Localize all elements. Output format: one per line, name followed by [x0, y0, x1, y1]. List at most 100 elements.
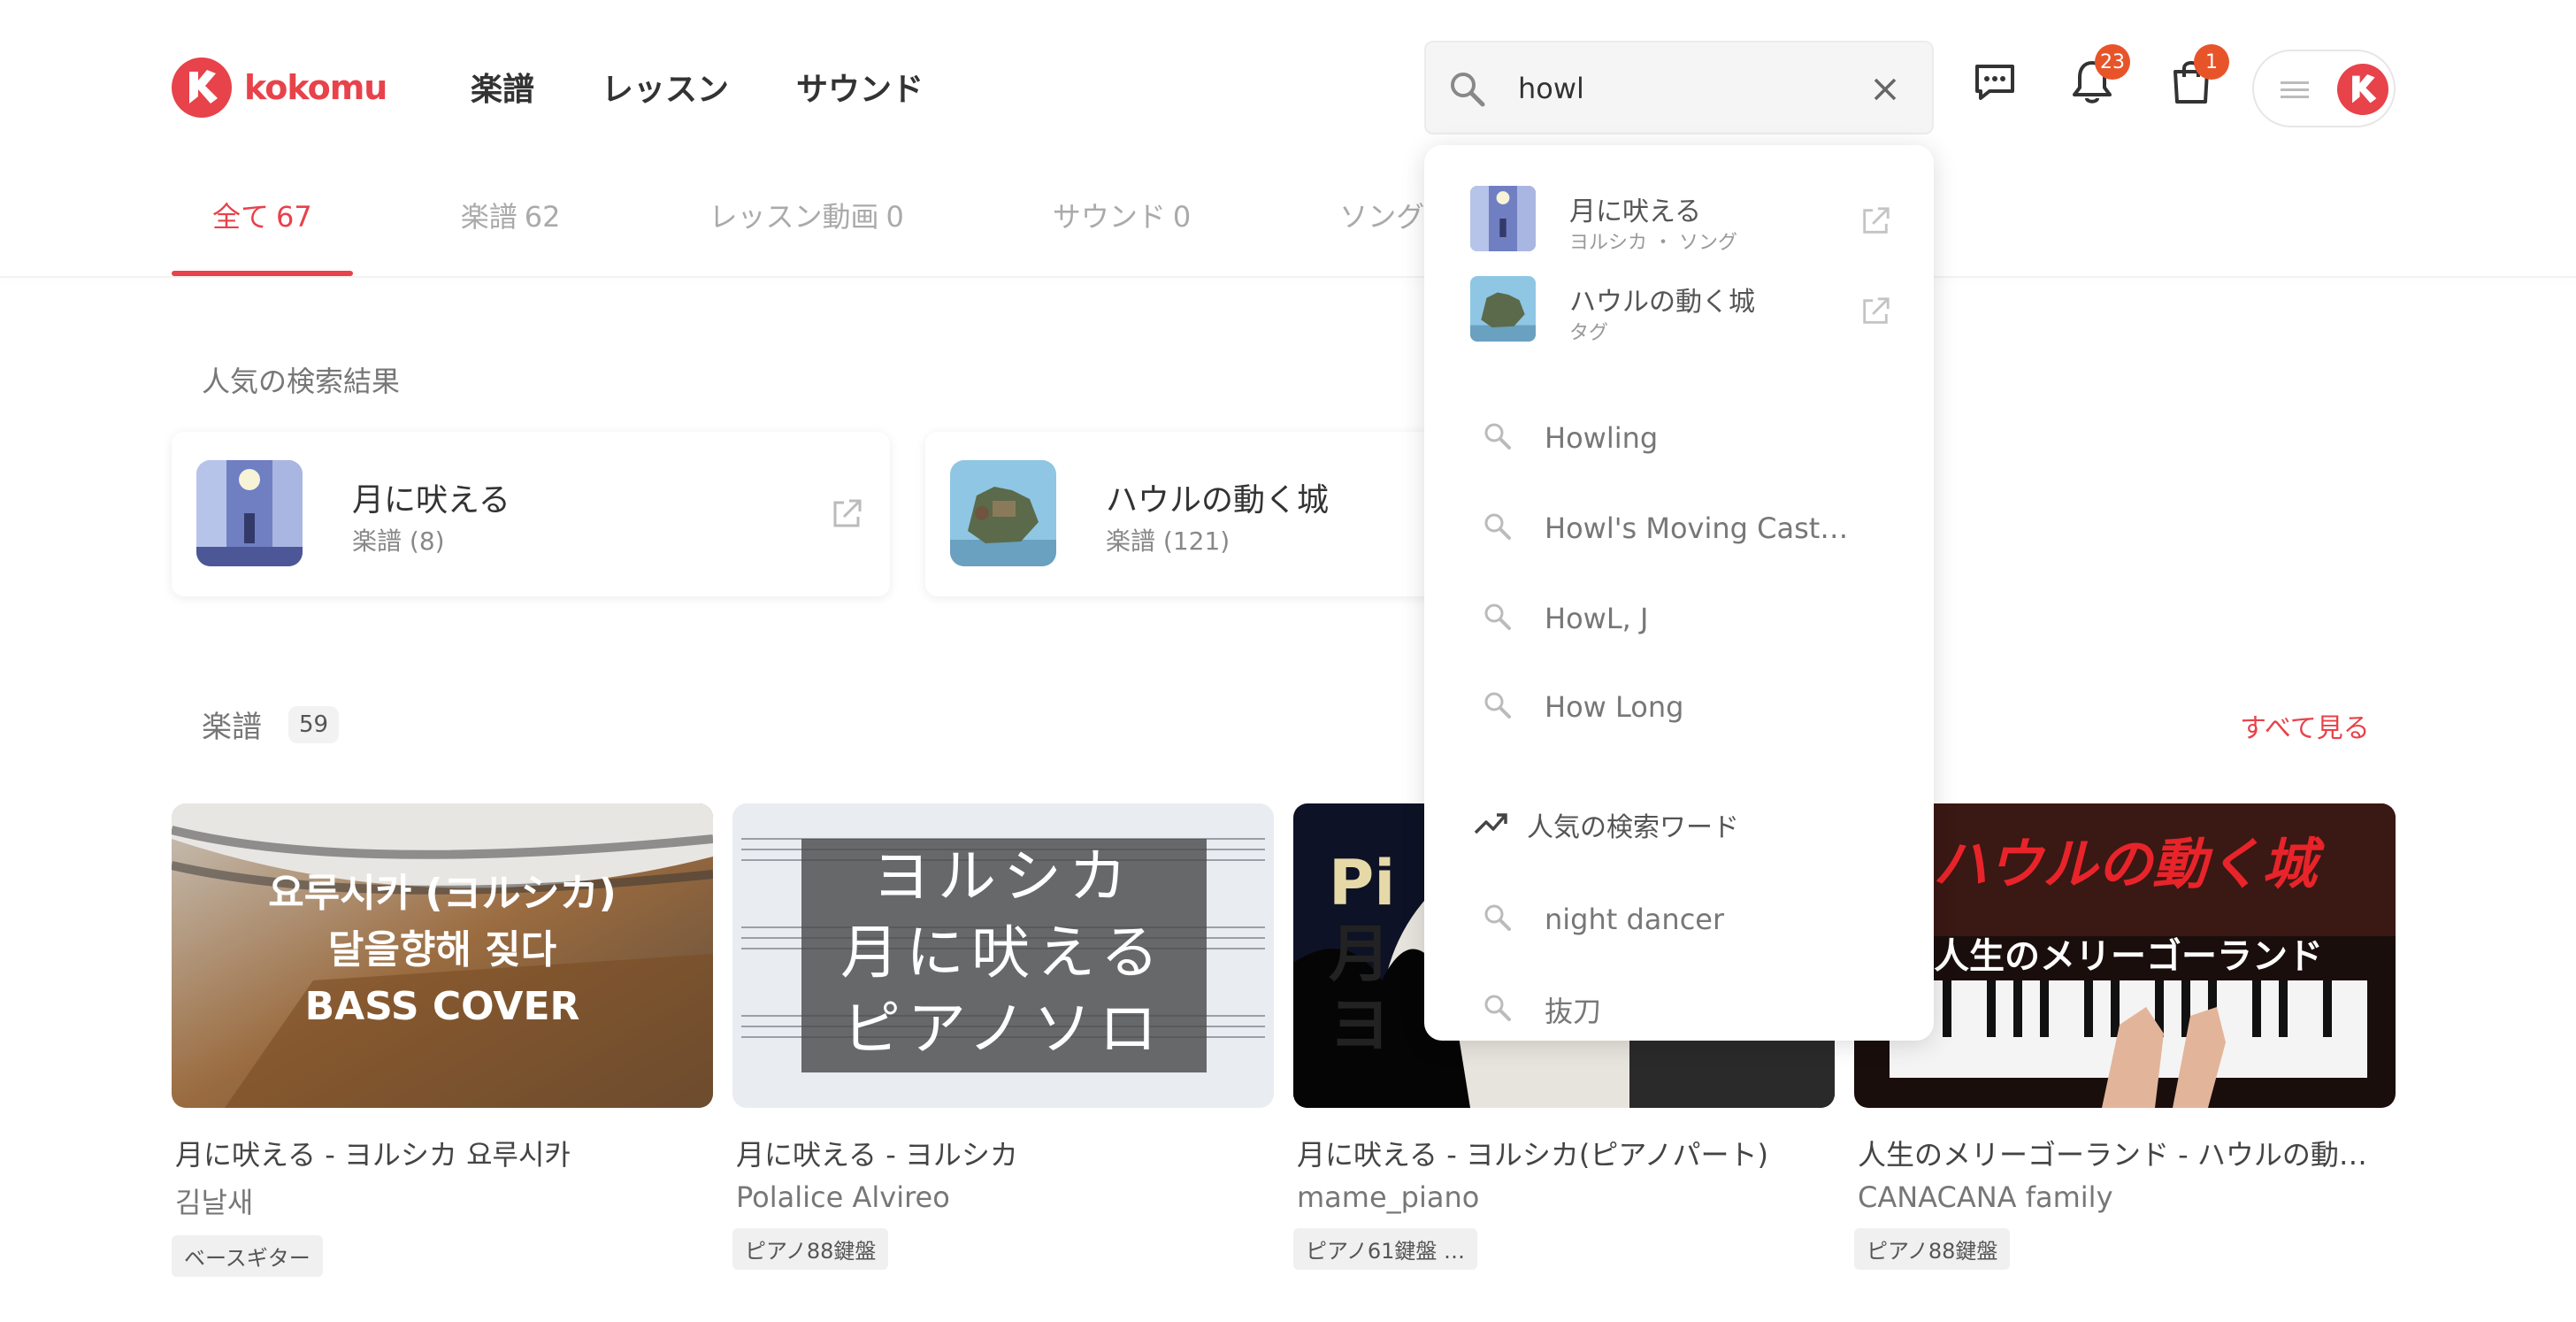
- external-link-icon[interactable]: [830, 497, 863, 534]
- kokomu-logo[interactable]: kokomu: [172, 57, 387, 119]
- popular-result-thumbnail: [196, 460, 303, 566]
- sheets-section-title: 楽譜: [202, 710, 262, 745]
- suggestion-type: ヨルシカ ・ ソング: [1569, 232, 1737, 254]
- user-avatar: [2337, 64, 2388, 115]
- sheet-artist: 김날새: [175, 1186, 254, 1219]
- main-nav: 楽譜 レッスン サウンド: [471, 64, 924, 110]
- thumbnail-subcaption: 人生のメリーゴーランド: [1934, 927, 2396, 979]
- nav-item-sounds[interactable]: サウンド: [796, 64, 924, 110]
- popular-result-count: 楽譜 (121): [1106, 526, 1230, 556]
- suggestion-name: 月に吠える: [1569, 196, 1702, 227]
- sheets-count-badge: 59: [288, 705, 340, 743]
- query-suggestion[interactable]: Howl's Moving Castle…: [1483, 506, 1907, 550]
- thumbnail-caption: 요루시카 (ヨルシカ) 달을향해 짖다 BASS COVER: [172, 865, 713, 1035]
- caption-line: 달을향해 짖다: [327, 927, 557, 972]
- sheet-thumbnail: ハウルの動く城 人生のメリーゴーランド: [1854, 803, 2396, 1108]
- popular-result-card[interactable]: 月に吠える 楽譜 (8): [172, 432, 890, 596]
- suggestion-item[interactable]: 月に吠える ヨルシカ ・ ソング: [1470, 186, 1895, 254]
- nav-item-sheets[interactable]: 楽譜: [471, 64, 534, 110]
- popular-result-thumbnail: [950, 460, 1056, 566]
- caption-line: BASS COVER: [304, 984, 580, 1029]
- caption-line: ヨルシカ: [872, 842, 1134, 911]
- chat-bubble-icon: [1972, 59, 2018, 109]
- sheet-card[interactable]: 요루시카 (ヨルシカ) 달을향해 짖다 BASS COVER 月に吠える - ヨ…: [172, 803, 713, 1277]
- query-suggestion[interactable]: How Long: [1483, 685, 1907, 729]
- instrument-tag: ピアノ61鍵盤 …: [1293, 1228, 1478, 1270]
- sheet-card[interactable]: ハウルの動く城 人生のメリーゴーランド 人生のメリーゴーランド - ハウルの動……: [1854, 803, 2396, 1270]
- popular-result-card[interactable]: ハウルの動く城 楽譜 (121): [925, 432, 1474, 596]
- messages-button[interactable]: [1964, 53, 2026, 115]
- notifications-button[interactable]: 23: [2061, 44, 2130, 115]
- sheet-artist: Polalice Alvireo: [736, 1180, 950, 1214]
- sheet-thumbnail: ヨルシカ 月に吠える ピアノソロ: [732, 803, 1274, 1108]
- popular-results-title: 人気の検索結果: [202, 365, 401, 398]
- cart-badge: 1: [2194, 44, 2229, 80]
- search-icon: [1483, 993, 1513, 1026]
- nav-item-lessons[interactable]: レッスン: [602, 64, 729, 110]
- query-text: Howling: [1545, 421, 1659, 455]
- tab-label: レッスン動画: [709, 200, 879, 234]
- caption-line: 月に吠える: [840, 918, 1167, 987]
- popular-keywords-title: 人気の検索ワード: [1527, 812, 1739, 843]
- suggestion-name: ハウルの動く城: [1569, 287, 1755, 318]
- suggestion-thumbnail: [1470, 186, 1536, 251]
- suggestion-item[interactable]: ハウルの動く城 タグ: [1470, 276, 1895, 344]
- tab-lesson-videos[interactable]: レッスン動画 0: [709, 186, 944, 274]
- see-all-link[interactable]: すべて見る: [2240, 706, 2370, 745]
- tab-sounds[interactable]: サウンド 0: [1053, 186, 1231, 274]
- caption-line: 人生のメリーゴーランド: [1934, 936, 2323, 977]
- tab-count: 0: [886, 200, 904, 234]
- tab-sheets[interactable]: 楽譜 62: [461, 186, 602, 274]
- popular-keyword[interactable]: 抜刀: [1483, 988, 1907, 1032]
- caption-line: ハウルの動く城: [1932, 832, 2317, 896]
- popular-result-name: 月に吠える: [352, 482, 510, 519]
- tabs-divider: [0, 276, 2576, 278]
- thumbnail-caption: ヨルシカ 月に吠える ピアノソロ: [732, 839, 1274, 1067]
- popular-keyword[interactable]: night dancer: [1483, 897, 1907, 942]
- search-suggestions-dropdown: 月に吠える ヨルシカ ・ ソング ハウルの動く城 タグ Howling Howl…: [1424, 145, 1934, 1041]
- sheet-card[interactable]: ヨルシカ 月に吠える ピアノソロ 月に吠える - ヨルシカ Polalice A…: [732, 803, 1274, 1270]
- query-text: night dancer: [1545, 903, 1725, 936]
- popular-result-name: ハウルの動く城: [1106, 482, 1330, 519]
- sheet-title: 月に吠える - ヨルシカ(ピアノパート): [1297, 1138, 1769, 1172]
- caption-line: 요루시카 (ヨルシカ): [268, 871, 617, 916]
- search-box: [1424, 41, 1934, 135]
- tab-count: 0: [1172, 200, 1192, 234]
- thumbnail-caption: ハウルの動く城: [1854, 819, 2396, 899]
- sheet-title: 人生のメリーゴーランド - ハウルの動…: [1858, 1138, 2367, 1172]
- popular-result-count: 楽譜 (8): [352, 526, 445, 556]
- tab-label: ソング: [1339, 200, 1425, 234]
- tab-count: 62: [524, 200, 561, 234]
- query-text: HowL, J: [1545, 602, 1649, 635]
- tab-label: 楽譜: [460, 200, 518, 234]
- suggestion-thumbnail: [1470, 276, 1536, 342]
- clear-search-icon[interactable]: [1863, 67, 1907, 111]
- external-link-icon[interactable]: [1859, 296, 1891, 331]
- tab-all[interactable]: 全て 67: [172, 186, 353, 276]
- cart-button[interactable]: 1: [2160, 44, 2229, 115]
- popular-keywords-header: 人気の検索ワード: [1474, 805, 1739, 844]
- query-text: 抜刀: [1545, 995, 1602, 1028]
- query-suggestion[interactable]: HowL, J: [1483, 596, 1907, 641]
- query-text: Howl's Moving Castle…: [1545, 511, 1854, 545]
- search-input[interactable]: [1518, 67, 1863, 110]
- sheets-section-header: 楽譜 59: [202, 703, 340, 746]
- tab-label: サウンド: [1052, 200, 1166, 234]
- sheet-title: 月に吠える - ヨルシカ 요루시카: [175, 1138, 571, 1172]
- result-tabs: 全て67 楽譜62 レッスン動画0 サウンド0 ソング3: [172, 186, 1598, 276]
- site-header: kokomu 楽譜 レッスン サウンド 23 1: [0, 0, 2576, 177]
- notifications-badge: 23: [2095, 44, 2130, 80]
- sheet-title: 月に吠える - ヨルシカ: [736, 1138, 1018, 1172]
- sheet-thumbnail: 요루시카 (ヨルシカ) 달을향해 짖다 BASS COVER: [172, 803, 713, 1108]
- user-menu-button[interactable]: [2252, 50, 2396, 127]
- query-text: How Long: [1545, 690, 1684, 724]
- brand-name: kokomu: [244, 68, 387, 107]
- external-link-icon[interactable]: [1859, 205, 1891, 241]
- hamburger-menu-icon: [2281, 78, 2309, 106]
- sheet-artist: CANACANA family: [1858, 1180, 2113, 1214]
- instrument-tag: ピアノ88鍵盤: [1854, 1228, 2011, 1270]
- logo-mark-icon: [172, 58, 232, 118]
- suggestion-type: タグ: [1569, 322, 1609, 344]
- caption-line: ピアノソロ: [841, 995, 1165, 1063]
- query-suggestion[interactable]: Howling: [1483, 416, 1907, 460]
